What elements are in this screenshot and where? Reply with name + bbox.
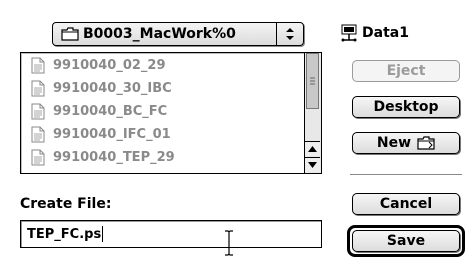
file-list[interactable]: 9910040_02_29 9910040_30_IBC 9910040_BC_FC…: [20, 52, 322, 174]
cancel-label: Cancel: [379, 196, 433, 212]
desktop-label: Desktop: [373, 99, 439, 115]
file-name: 9910040_TEP_29: [53, 149, 175, 165]
save-label: Save: [386, 233, 426, 249]
scroll-thumb[interactable]: [306, 53, 319, 109]
filename-input[interactable]: TEP_FC.ps: [20, 220, 322, 248]
folder-popup-label: B0003_MacWork%0: [83, 26, 236, 42]
create-file-label: Create File:: [20, 196, 112, 212]
file-name: 9910040_30_IBC: [53, 80, 172, 96]
vertical-scrollbar[interactable]: [304, 53, 321, 173]
filename-value: TEP_FC.ps: [27, 226, 102, 242]
cancel-button[interactable]: Cancel: [352, 193, 460, 215]
document-icon: [31, 80, 45, 96]
network-disk-icon: [341, 24, 357, 42]
new-label: New: [376, 135, 412, 151]
file-list-item[interactable]: 9910040_02_29: [21, 54, 305, 76]
folder-icon: [61, 27, 79, 41]
save-button[interactable]: Save: [352, 230, 460, 252]
document-icon: [31, 126, 45, 142]
popup-arrows-icon: [277, 23, 303, 45]
file-list-item[interactable]: 9910040_TEP_29: [21, 146, 305, 168]
disk-label: Data1: [362, 25, 409, 41]
text-caret: [102, 226, 104, 242]
disk-name: Data1: [340, 22, 409, 44]
file-list-item[interactable]: 9910040_30_IBC: [21, 77, 305, 99]
eject-button[interactable]: Eject: [352, 60, 460, 82]
new-folder-icon: [417, 136, 435, 150]
file-list-item[interactable]: 9910040_BC_FC: [21, 100, 305, 122]
file-name: 9910040_IFC_01: [53, 126, 171, 142]
desktop-button[interactable]: Desktop: [352, 96, 460, 118]
new-folder-button[interactable]: New: [352, 132, 460, 154]
document-icon: [31, 103, 45, 119]
file-name: 9910040_BC_FC: [53, 103, 168, 119]
scroll-up-arrow-icon[interactable]: [305, 141, 320, 156]
folder-popup-menu[interactable]: B0003_MacWork%0: [52, 22, 304, 46]
ibeam-cursor-icon: [225, 230, 233, 256]
document-icon: [31, 149, 45, 165]
eject-label: Eject: [386, 63, 426, 79]
file-list-item[interactable]: 9910040_IFC_01: [21, 123, 305, 145]
button-separator: [350, 174, 462, 175]
file-list-rows: 9910040_02_29 9910040_30_IBC 9910040_BC_FC…: [21, 53, 305, 173]
file-name: 9910040_02_29: [53, 57, 166, 73]
scroll-down-arrow-icon[interactable]: [305, 157, 320, 172]
document-icon: [31, 57, 45, 73]
